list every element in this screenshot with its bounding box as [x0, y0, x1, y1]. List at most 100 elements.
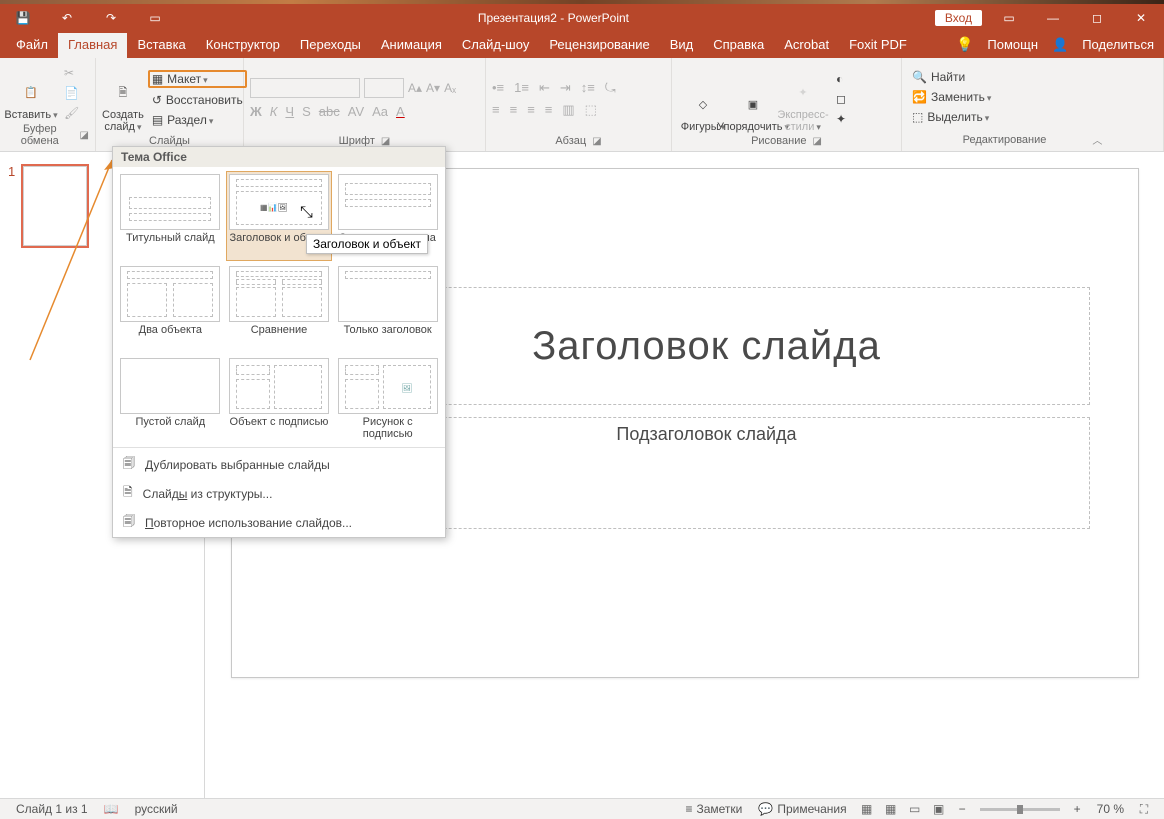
reading-view-button[interactable]: ▭	[903, 800, 927, 818]
layout-content-caption[interactable]: Объект с подписью	[226, 355, 333, 445]
zoom-slider[interactable]	[980, 808, 1060, 811]
comments-button[interactable]: 💬 Примечания	[750, 802, 854, 816]
tab-transitions[interactable]: Переходы	[290, 33, 371, 58]
menu-slides-from-outline[interactable]: 🗎Слайды из структуры...	[113, 479, 445, 508]
layout-picture-caption[interactable]: 🖼 Рисунок с подписью	[334, 355, 441, 445]
paste-button[interactable]: 📋 Вставить	[6, 62, 56, 123]
thumbnail-1[interactable]	[21, 164, 89, 248]
select-button[interactable]: ⬚Выделить	[908, 109, 995, 125]
layout-button[interactable]: ▦ Макет	[148, 70, 247, 88]
reset-button[interactable]: ↺Восстановить	[148, 92, 247, 108]
shape-outline-button: ◻	[832, 91, 850, 107]
share-icon: 👤	[1052, 37, 1068, 53]
clipboard-launcher[interactable]: ◪	[80, 130, 89, 141]
collapse-ribbon-icon[interactable]: ︿	[1092, 132, 1102, 147]
tell-me[interactable]: Помощн	[987, 37, 1038, 52]
format-painter-button: 🖌	[60, 105, 83, 121]
tab-acrobat[interactable]: Acrobat	[774, 33, 839, 58]
align-right-icon: ≡	[527, 102, 535, 118]
layout-two-content[interactable]: Два объекта	[117, 263, 224, 353]
notes-button[interactable]: ≡ Заметки	[677, 802, 750, 816]
text-direction-icon: ⤿	[605, 80, 616, 96]
close-button[interactable]: ✕	[1124, 6, 1158, 30]
qat-undo-icon[interactable]: ↶	[50, 6, 84, 30]
underline-button: Ч	[285, 104, 294, 119]
find-button[interactable]: 🔍Найти	[908, 69, 995, 85]
minimize-button[interactable]: —	[1036, 6, 1070, 30]
shadow-button: S	[302, 104, 311, 119]
tab-review[interactable]: Рецензирование	[539, 33, 659, 58]
copy-icon: 📄	[64, 86, 79, 100]
align-left-icon: ≡	[492, 102, 500, 118]
layout-comparison[interactable]: Сравнение	[226, 263, 333, 353]
font-combo	[250, 78, 360, 98]
font-color-button: A	[396, 104, 405, 119]
quick-styles-button: ✦ Экспресс-стили	[778, 62, 828, 135]
tab-home[interactable]: Главная	[58, 33, 127, 58]
section-label: Раздел	[167, 113, 213, 127]
reuse-icon: 🗐	[123, 512, 135, 533]
language-indicator[interactable]: русский	[127, 802, 186, 816]
cut-button: ✂	[60, 65, 83, 81]
drawing-launcher[interactable]: ◪	[812, 136, 821, 147]
layout-title-slide[interactable]: Титульный слайд	[117, 171, 224, 261]
paragraph-launcher[interactable]: ◪	[592, 136, 601, 147]
menu-duplicate-slides[interactable]: 🗐Дублировать выбранные слайды	[113, 450, 445, 479]
tab-help[interactable]: Справка	[703, 33, 774, 58]
fill-icon: ◐	[836, 72, 843, 86]
columns-icon: ▥	[562, 102, 574, 118]
group-drawing-label: Рисование	[751, 135, 806, 147]
title-placeholder-text: Заголовок слайда	[532, 324, 881, 369]
ribbon-tabs: Файл Главная Вставка Конструктор Переход…	[0, 31, 1164, 58]
subtitle-placeholder-text: Подзаголовок слайда	[616, 424, 796, 444]
fit-to-window-button[interactable]: ⛶	[1132, 800, 1156, 818]
tab-view[interactable]: Вид	[660, 33, 704, 58]
scissors-icon: ✂	[64, 66, 74, 80]
qat-save-icon[interactable]: 💾	[6, 6, 40, 30]
layout-icon: ▦	[152, 72, 163, 86]
tab-animations[interactable]: Анимация	[371, 33, 452, 58]
select-icon: ⬚	[912, 110, 923, 124]
replace-button[interactable]: 🔁Заменить	[908, 89, 995, 105]
share-button[interactable]: Поделиться	[1082, 37, 1154, 52]
tab-foxit[interactable]: Foxit PDF	[839, 33, 917, 58]
shape-fill-button: ◐	[832, 71, 850, 87]
titlebar: 💾 ↶ ↷ ▭ Презентация2 - PowerPoint Вход ▭…	[0, 4, 1164, 31]
sorter-view-button[interactable]: ▦	[879, 800, 903, 818]
arrange-button[interactable]: ▣ Упорядочить	[728, 62, 778, 135]
zoom-in-button[interactable]: +	[1066, 802, 1089, 816]
slideshow-view-button[interactable]: ▣	[927, 800, 951, 818]
slide-counter[interactable]: Слайд 1 из 1	[8, 802, 96, 816]
font-launcher[interactable]: ◪	[381, 136, 390, 147]
section-button[interactable]: ▤Раздел	[148, 112, 247, 128]
qat-startfrombeginning-icon[interactable]: ▭	[138, 6, 172, 30]
shapes-icon: ◇	[689, 91, 717, 119]
group-editing-label: Редактирование	[963, 134, 1047, 146]
zoom-out-button[interactable]: −	[951, 802, 974, 816]
tab-design[interactable]: Конструктор	[196, 33, 290, 58]
tab-file[interactable]: Файл	[6, 33, 58, 58]
group-slides: 🗎 Создать слайд ▦ Макет ↺Восстановить ▤Ра…	[96, 58, 244, 151]
outline-icon: ◻	[836, 92, 846, 106]
shape-effects-button: ✦	[832, 111, 850, 127]
new-slide-button[interactable]: 🗎 Создать слайд	[102, 62, 144, 135]
login-button[interactable]: Вход	[935, 10, 982, 26]
tab-slideshow[interactable]: Слайд-шоу	[452, 33, 539, 58]
group-clipboard: 📋 Вставить ✂ 📄 🖌 Буфер обмена◪	[0, 58, 96, 151]
qat-redo-icon[interactable]: ↷	[94, 6, 128, 30]
normal-view-button[interactable]: ▦	[855, 800, 879, 818]
zoom-percent[interactable]: 70 %	[1089, 802, 1132, 816]
layout-blank[interactable]: Пустой слайд	[117, 355, 224, 445]
maximize-button[interactable]: ◻	[1080, 6, 1114, 30]
ribbon-display-options-icon[interactable]: ▭	[992, 6, 1026, 30]
thumbnail-number: 1	[8, 164, 15, 248]
increase-font-icon: A▴	[408, 81, 422, 95]
menu-reuse-slides[interactable]: 🗐Повторное использование слайдов...	[113, 508, 445, 537]
tab-insert[interactable]: Вставка	[127, 33, 195, 58]
group-paragraph-label: Абзац	[555, 135, 586, 147]
group-paragraph: •≡ 1≡ ⇤ ⇥ ↕≡ ⤿ ≡ ≡ ≡ ≡ ▥ ⬚ Абзац◪	[486, 58, 672, 151]
layout-label: Макет	[167, 72, 208, 86]
spellcheck-icon[interactable]: 📖	[96, 802, 127, 816]
layout-title-only[interactable]: Только заголовок	[334, 263, 441, 353]
lightbulb-icon: 💡	[956, 36, 973, 53]
